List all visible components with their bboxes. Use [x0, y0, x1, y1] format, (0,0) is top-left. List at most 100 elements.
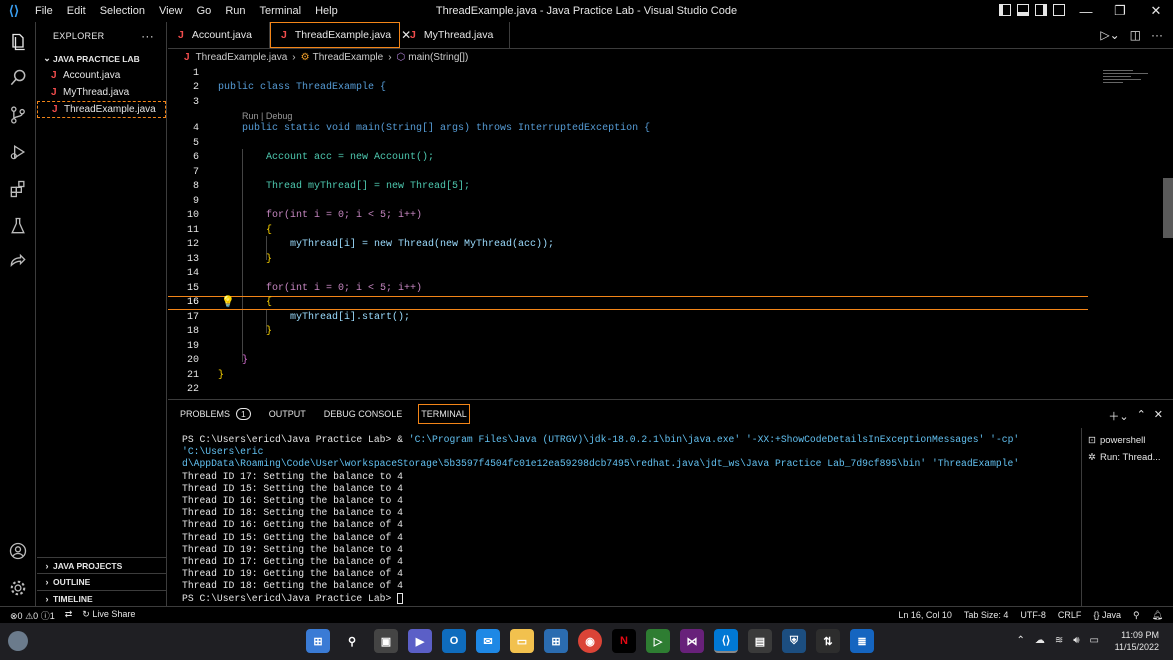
breadcrumb-method[interactable]: main(String[])	[408, 52, 468, 63]
close-window-button[interactable]: ✕	[1139, 0, 1173, 22]
testing-flask-icon[interactable]	[6, 214, 30, 238]
vscode-taskbar-icon[interactable]: ⟨⟩	[714, 629, 738, 653]
menu-run[interactable]: Run	[218, 0, 252, 22]
source-control-icon[interactable]	[6, 103, 30, 127]
terminal-line: Thread ID 15: Getting the balance of 4	[182, 531, 403, 543]
file-threadexample-java[interactable]: J ThreadExample.java	[37, 101, 166, 118]
tab-account-java[interactable]: J Account.java	[168, 22, 270, 48]
notifications-bell-icon[interactable]: 🔔︎	[1152, 610, 1163, 621]
live-share-icon[interactable]	[6, 250, 30, 274]
chevron-right-icon: ›	[45, 560, 49, 571]
extensions-icon[interactable]	[6, 177, 30, 201]
folder-label: JAVA PRACTICE LAB	[53, 53, 140, 64]
new-terminal-icon[interactable]: ＋⌄	[1108, 408, 1128, 424]
terminal-output[interactable]: PS C:\Users\ericd\Java Practice Lab> & '…	[182, 434, 1077, 605]
terminal-powershell[interactable]: ⊡ powershell	[1088, 432, 1167, 449]
search-icon[interactable]	[6, 66, 30, 90]
breadcrumb-file[interactable]: ThreadExample.java	[196, 52, 288, 63]
menu-terminal[interactable]: Terminal	[253, 0, 309, 22]
run-play-icon[interactable]: ▷⌄	[1100, 28, 1119, 42]
file-mythread-java[interactable]: J MyThread.java	[37, 84, 166, 101]
menu-file[interactable]: File	[28, 0, 60, 22]
codelens-run-debug[interactable]: Run | Debug	[242, 111, 292, 121]
minimize-button[interactable]: —	[1069, 0, 1103, 22]
section-java-projects[interactable]: › JAVA PROJECTS	[37, 557, 166, 573]
menu-view[interactable]: View	[152, 0, 190, 22]
menu-edit[interactable]: Edit	[60, 0, 93, 22]
remote-desktop-icon[interactable]: ▤	[748, 629, 772, 653]
tab-threadexample-java[interactable]: J ThreadExample.java ✕	[270, 22, 411, 48]
editor-scrollbar[interactable]	[1163, 178, 1173, 238]
menu-help[interactable]: Help	[308, 0, 345, 22]
explorer-more-icon[interactable]: ···	[141, 29, 154, 43]
terminal-line: Thread ID 15: Setting the balance to 4	[182, 482, 403, 494]
split-editor-icon[interactable]: ◫	[1130, 28, 1141, 42]
security-shield-icon[interactable]: ⛨	[782, 629, 806, 653]
line-ending[interactable]: CRLF	[1058, 610, 1082, 621]
info-count: 1	[49, 610, 55, 621]
cursor-position[interactable]: Ln 16, Col 10	[898, 610, 952, 621]
notepad-icon[interactable]: ≣	[850, 629, 874, 653]
folder-java-practice-lab[interactable]: ⌄ JAVA PRACTICE LAB	[37, 50, 166, 67]
network-tool-icon[interactable]: ⇅	[816, 629, 840, 653]
lightbulb-icon[interactable]: 💡	[221, 295, 235, 308]
wifi-icon[interactable]: ≋	[1055, 635, 1063, 646]
restore-button[interactable]: ❐	[1103, 0, 1137, 22]
terminal-run-thread[interactable]: ✲ Run: Thread...	[1088, 449, 1167, 466]
remote-icon[interactable]: ⇄	[65, 609, 73, 622]
terminal-prompt-line: PS C:\Users\ericd\Java Practice Lab>	[182, 592, 1077, 605]
tab-output[interactable]: OUTPUT	[267, 405, 308, 423]
gear-icon[interactable]	[6, 576, 30, 600]
menu-selection[interactable]: Selection	[93, 0, 152, 22]
tab-label: ThreadExample.java	[294, 29, 392, 41]
battery-icon[interactable]: ▭	[1090, 635, 1099, 646]
maximize-panel-icon[interactable]: ⌃	[1137, 408, 1146, 424]
visual-studio-icon[interactable]: ⋈	[680, 629, 704, 653]
file-account-java[interactable]: J Account.java	[37, 67, 166, 84]
tab-terminal[interactable]: TERMINAL	[418, 404, 470, 424]
account-icon[interactable]	[6, 539, 30, 563]
section-outline[interactable]: › OUTLINE	[37, 573, 166, 589]
menu-go[interactable]: Go	[190, 0, 219, 22]
code-editor[interactable]: Run | Debug 1 2 public class ThreadExampl…	[168, 66, 1173, 398]
encoding[interactable]: UTF-8	[1020, 610, 1046, 621]
breadcrumb-class[interactable]: ThreadExample	[313, 52, 384, 63]
tab-debug-console[interactable]: DEBUG CONSOLE	[322, 405, 405, 423]
line-number: 16	[186, 297, 199, 309]
explorer-icon[interactable]	[6, 30, 30, 54]
run-debug-icon[interactable]	[6, 140, 30, 164]
weather-icon[interactable]	[8, 631, 28, 651]
teams-chat-icon[interactable]: ▶	[408, 629, 432, 653]
netflix-icon[interactable]: N	[612, 629, 636, 653]
tab-size[interactable]: Tab Size: 4	[964, 610, 1009, 621]
toggle-panel-icon[interactable]	[1017, 4, 1029, 16]
close-panel-icon[interactable]: ✕	[1154, 408, 1163, 424]
panel-tab-label: PROBLEMS	[180, 409, 231, 419]
microsoft-store-icon[interactable]: ⊞	[544, 629, 568, 653]
minimap[interactable]	[1103, 70, 1163, 100]
customize-layout-icon[interactable]	[1053, 4, 1065, 16]
onedrive-cloud-icon[interactable]: ☁	[1035, 635, 1045, 646]
windows-start-icon[interactable]: ⊞	[306, 629, 330, 653]
taskbar-search-icon[interactable]: ⚲	[340, 629, 364, 653]
problems-status[interactable]: ⊗0 ⚠0 ⓘ1	[10, 609, 55, 622]
mail-icon[interactable]: ✉	[476, 629, 500, 653]
toggle-secondary-sidebar-icon[interactable]	[1035, 4, 1047, 16]
tab-mythread-java[interactable]: J MyThread.java	[400, 22, 510, 48]
toggle-sidebar-icon[interactable]	[999, 4, 1011, 16]
more-actions-icon[interactable]: ···	[1151, 28, 1163, 42]
show-hidden-icons-icon[interactable]: ⌃	[1016, 635, 1024, 646]
task-view-icon[interactable]: ▣	[374, 629, 398, 653]
volume-icon[interactable]: 🔊︎	[1073, 635, 1079, 646]
chrome-icon[interactable]: ◉	[578, 629, 602, 653]
line-number: 20	[186, 355, 199, 367]
outlook-icon[interactable]: O	[442, 629, 466, 653]
section-timeline[interactable]: › TIMELINE	[37, 590, 166, 606]
feedback-icon[interactable]: ⚲	[1133, 610, 1140, 621]
media-player-icon[interactable]: ▷	[646, 629, 670, 653]
tab-problems[interactable]: PROBLEMS 1	[178, 404, 253, 424]
language-mode[interactable]: {} Java	[1093, 610, 1121, 621]
taskbar-clock[interactable]: 11:09 PM 11/15/2022	[1115, 629, 1159, 653]
live-share-status[interactable]: ↻ Live Share	[82, 609, 135, 622]
file-explorer-icon[interactable]: ▭	[510, 629, 534, 653]
